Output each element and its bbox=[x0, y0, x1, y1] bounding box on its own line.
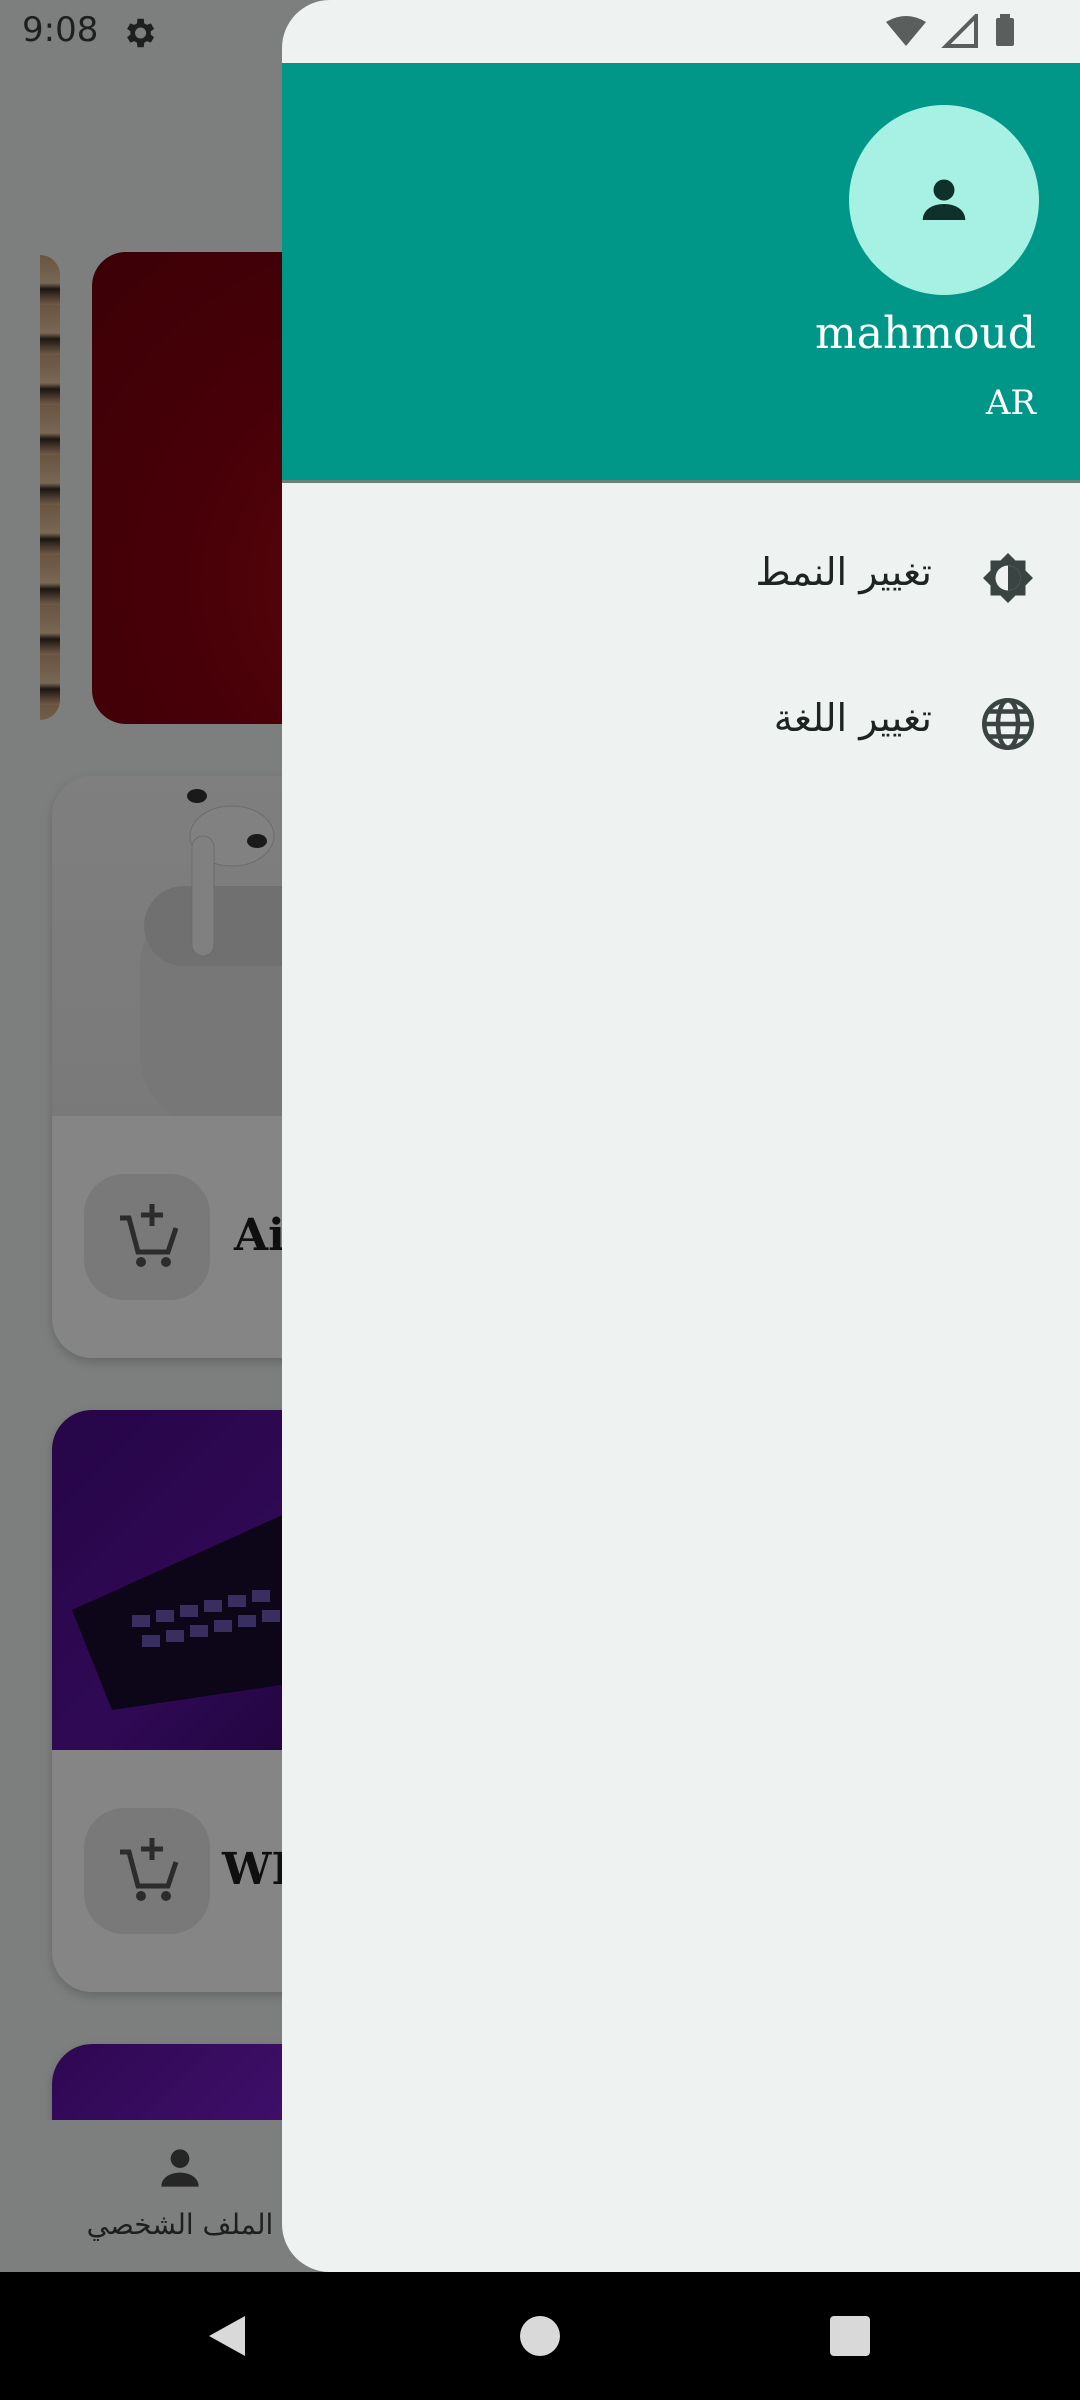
back-icon[interactable] bbox=[205, 2312, 249, 2360]
drawer-item-label: تغيير النمط bbox=[755, 550, 932, 594]
user-name: mahmoud bbox=[814, 308, 1036, 359]
wifi-icon bbox=[886, 16, 926, 46]
globe-icon bbox=[982, 698, 1034, 750]
drawer-item-change-language[interactable]: تغيير اللغة bbox=[282, 664, 1080, 784]
home-icon[interactable] bbox=[520, 2316, 560, 2356]
navigation-drawer: mahmoud AR تغيير النمط تغيير اللغة bbox=[282, 0, 1080, 2272]
drawer-item-change-theme[interactable]: تغيير النمط bbox=[282, 518, 1080, 638]
person-icon bbox=[922, 179, 966, 220]
drawer-header: mahmoud AR bbox=[282, 63, 1080, 483]
recents-icon[interactable] bbox=[830, 2316, 870, 2356]
signal-icon bbox=[941, 14, 978, 48]
battery-icon bbox=[996, 18, 1014, 46]
system-status-icons bbox=[886, 14, 1014, 48]
drawer-item-label: تغيير اللغة bbox=[773, 696, 932, 740]
user-language: AR bbox=[985, 383, 1036, 423]
user-avatar[interactable] bbox=[849, 105, 1039, 295]
system-navigation-bar bbox=[0, 2272, 1080, 2400]
brightness-icon bbox=[983, 553, 1033, 603]
